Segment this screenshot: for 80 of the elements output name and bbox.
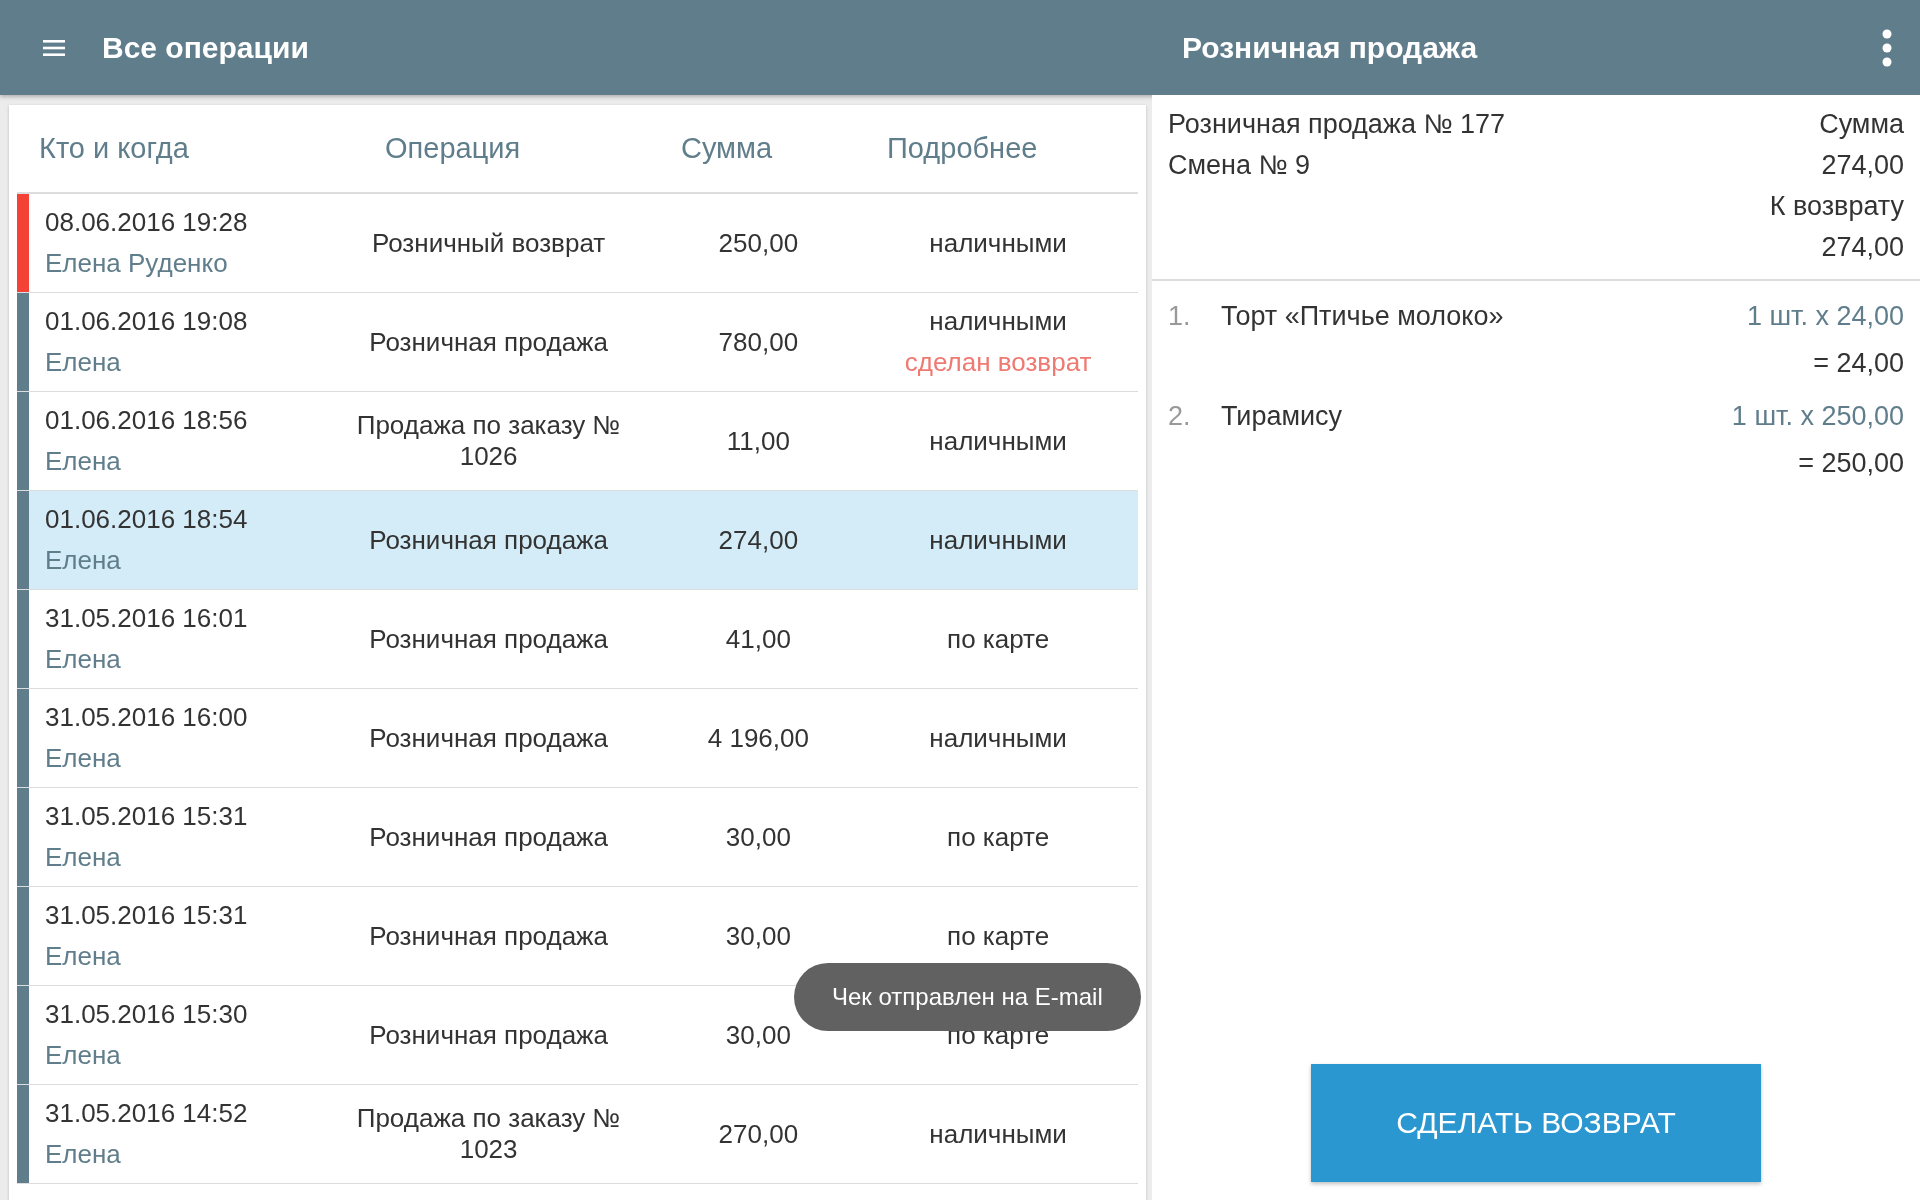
operation-sum: 30,00: [725, 821, 791, 853]
user-name: Елена: [45, 1139, 122, 1170]
operation-row[interactable]: 31.05.2016 16:00 Елена Розничная продажа 4 196,00 наличными: [17, 689, 1138, 788]
operation-sum: 41,00: [725, 623, 791, 655]
user-name: Елена: [45, 743, 122, 774]
operation-sum: 780,00: [718, 326, 799, 358]
payment-method: по карте: [947, 821, 1050, 853]
column-header: Операция: [384, 132, 522, 165]
detail-title: Розничная продажа: [1182, 30, 1478, 65]
operation-type: Розничная продажа: [368, 821, 609, 853]
operation-date: 01.06.2016 19:08: [45, 306, 249, 337]
operation-type: Продажа по заказу № 1026: [355, 410, 622, 472]
user-name: Елена: [45, 347, 122, 378]
operation-sum: 274,00: [718, 524, 799, 556]
operation-type: Розничная продажа: [368, 722, 609, 754]
item-quantity: 1 шт. x 250,00: [1731, 401, 1904, 432]
payment-method: наличными: [929, 1118, 1067, 1150]
refund-value: 274,00: [1821, 232, 1904, 263]
item-total: = 250,00: [1798, 448, 1904, 479]
item-name: Тирамису: [1221, 401, 1344, 432]
user-name: Елена Руденко: [45, 248, 229, 279]
shift-number: Смена № 9: [1168, 150, 1311, 181]
user-name: Елена: [45, 545, 122, 576]
operation-date: 31.05.2016 15:31: [45, 801, 249, 832]
operation-date: 31.05.2016 15:31: [45, 900, 249, 931]
operation-date: 31.05.2016 15:30: [45, 999, 249, 1030]
payment-method: наличными: [929, 524, 1067, 556]
payment-method: наличными: [929, 425, 1067, 457]
column-header: Кто и когда: [38, 132, 190, 165]
user-name: Елена: [45, 842, 122, 873]
payment-method: наличными: [929, 306, 1067, 337]
operation-row[interactable]: 01.06.2016 19:08 Елена Розничная продажа 780,00 наличными сделан возврат: [17, 293, 1138, 392]
sum-value: 274,00: [1821, 150, 1904, 181]
sum-label: Сумма: [1819, 109, 1904, 140]
refund-note: сделан возврат: [904, 347, 1092, 378]
operation-date: 08.06.2016 19:28: [45, 207, 249, 238]
item-quantity: 1 шт. x 24,00: [1746, 301, 1904, 332]
payment-method: по карте: [947, 920, 1050, 952]
user-name: Елена: [45, 644, 122, 675]
operation-type: Розничная продажа: [368, 524, 609, 556]
operation-sum: 250,00: [718, 227, 799, 259]
operation-date: 01.06.2016 18:56: [45, 405, 249, 436]
more-icon[interactable]: [1882, 28, 1892, 67]
operation-type: Розничная продажа: [368, 920, 609, 952]
refund-label: К возврату: [1769, 191, 1904, 222]
menu-icon[interactable]: [43, 39, 65, 56]
operation-sum: 11,00: [726, 425, 790, 457]
operation-type: Розничный возврат: [371, 227, 607, 259]
operation-type: Розничная продажа: [368, 623, 609, 655]
operation-sum: 4 196,00: [707, 722, 809, 754]
operation-type: Продажа по заказу № 1023: [355, 1103, 622, 1165]
operation-date: 31.05.2016 16:01: [45, 603, 249, 634]
receipt-title: Розничная продажа № 177: [1168, 109, 1505, 140]
operation-row[interactable]: 08.06.2016 19:28 Елена Руденко Розничный возврат 250,00 наличными: [17, 194, 1138, 293]
user-name: Елена: [45, 1040, 122, 1071]
column-header: Сумма: [680, 132, 774, 165]
operation-row[interactable]: 31.05.2016 14:52 Елена Продажа по заказу № 1023 270,00 наличными: [17, 1085, 1138, 1184]
app-title: Все операции: [102, 30, 309, 65]
operation-sum: 30,00: [725, 1019, 791, 1051]
payment-method: наличными: [929, 227, 1067, 259]
column-header: Подробнее: [886, 132, 1038, 165]
operation-date: 31.05.2016 14:52: [45, 1098, 249, 1129]
operation-row[interactable]: 31.05.2016 15:31 Елена Розничная продажа 30,00 по карте: [17, 788, 1138, 887]
operation-sum: 30,00: [725, 920, 791, 952]
item-total: = 24,00: [1813, 348, 1904, 379]
operation-type: Розничная продажа: [368, 326, 609, 358]
item-number: 1.: [1168, 301, 1192, 332]
payment-method: наличными: [929, 722, 1067, 754]
operation-type: Розничная продажа: [368, 1019, 609, 1051]
item-name: Торт «Птичье молоко»: [1221, 301, 1505, 332]
item-number: 2.: [1168, 401, 1192, 432]
toast-message: Чек отправлен на E-mail: [794, 963, 1141, 1031]
operation-date: 01.06.2016 18:54: [45, 504, 249, 535]
operation-row[interactable]: 31.05.2016 16:01 Елена Розничная продажа 41,00 по карте: [17, 590, 1138, 689]
operation-sum: 270,00: [718, 1118, 799, 1150]
operation-date: 31.05.2016 16:00: [45, 702, 249, 733]
operation-row[interactable]: 01.06.2016 18:54 Елена Розничная продажа 274,00 наличными: [17, 491, 1138, 590]
user-name: Елена: [45, 446, 122, 477]
payment-method: по карте: [947, 623, 1050, 655]
user-name: Елена: [45, 941, 122, 972]
